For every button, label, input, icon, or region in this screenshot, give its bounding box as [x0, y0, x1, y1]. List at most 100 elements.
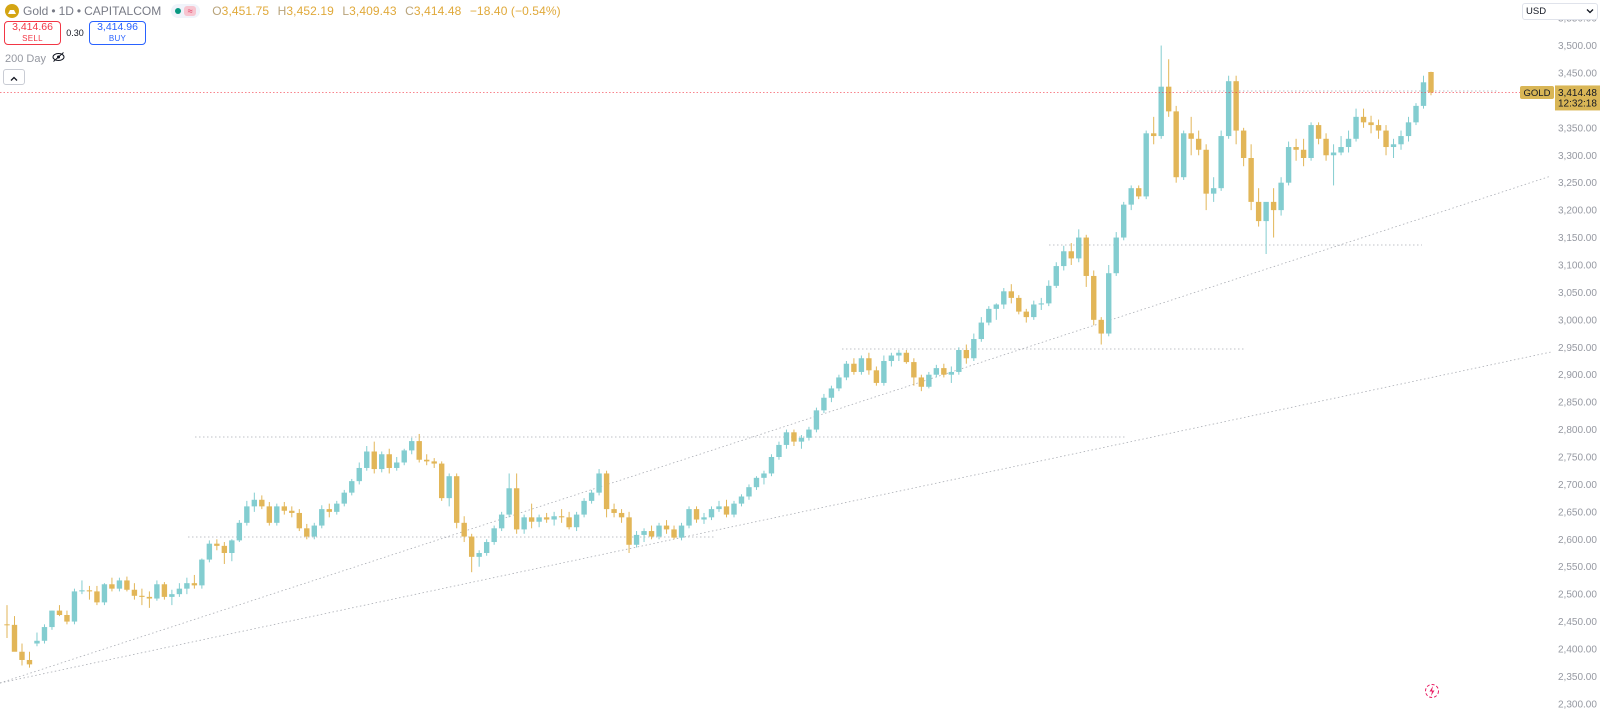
candle-up [678, 522, 685, 541]
candle-up [1031, 300, 1037, 320]
candle-body [438, 463, 445, 499]
candle-up [1330, 144, 1337, 186]
candle-body [49, 610, 55, 628]
candle-body [761, 473, 767, 478]
candle-body [86, 590, 93, 592]
candle-body [956, 350, 962, 372]
candle-up [1001, 288, 1007, 309]
candle-body [1360, 116, 1367, 123]
candle-up [491, 525, 497, 545]
candle-body [1300, 149, 1307, 158]
candle-down [693, 506, 700, 523]
candle-body [843, 363, 850, 378]
low-value: 3,409.43 [349, 4, 397, 18]
candle-up [483, 539, 490, 556]
collapse-legend-button[interactable] [3, 69, 25, 85]
candle-body [731, 503, 737, 515]
candle-down [1083, 234, 1089, 287]
candle-body [1263, 201, 1269, 222]
candle-down [94, 585, 100, 606]
candle-down [191, 574, 198, 589]
interval-label[interactable]: 1D [59, 4, 74, 18]
lightning-icon[interactable] [1424, 683, 1440, 699]
candle-down [64, 610, 70, 625]
currency-value: USD [1526, 6, 1547, 17]
price-axis-label: 3,050.00 [1558, 288, 1597, 299]
candle-body [971, 339, 977, 359]
price-axis-label: 3,000.00 [1558, 315, 1597, 326]
price-axis-label: 2,400.00 [1558, 645, 1597, 656]
candle-up [581, 498, 587, 518]
candle-up [828, 385, 835, 403]
candle-up [738, 494, 745, 507]
chevron-down-icon [1586, 6, 1594, 17]
candle-down [603, 470, 610, 518]
candle-body [251, 499, 258, 507]
candle-up [184, 577, 190, 595]
candle-body [1203, 149, 1209, 194]
price-axis-label: 2,800.00 [1558, 425, 1597, 436]
candle-body [431, 461, 437, 464]
candle-down [851, 358, 857, 375]
candle-up [34, 632, 40, 647]
candle-down [513, 473, 520, 534]
candle-up [356, 462, 362, 485]
candle-up [236, 520, 243, 543]
indicator-name[interactable]: 200 Day [5, 53, 46, 65]
candle-body [933, 368, 940, 375]
candle-body [1143, 133, 1149, 197]
candle-up [251, 492, 258, 512]
candle-up [1338, 136, 1344, 156]
candle-up [1210, 177, 1217, 202]
candle-body [476, 553, 482, 557]
candle-down [528, 503, 535, 529]
candle-down [468, 533, 475, 573]
market-status-pill[interactable]: ≈ [171, 4, 201, 18]
candle-up [401, 448, 407, 466]
candle-up [708, 506, 715, 521]
candle-body [603, 473, 610, 510]
candle-up [1046, 280, 1052, 307]
eye-crossed-icon[interactable] [52, 52, 65, 65]
candle-down [1068, 243, 1074, 265]
candle-body [416, 441, 422, 460]
candle-body [199, 559, 205, 586]
gold-logo-icon [5, 4, 19, 18]
buy-button[interactable]: 3,414.96 BUY [89, 21, 146, 45]
symbol-name[interactable]: Gold [23, 4, 48, 18]
price-chart[interactable]: 3,550.003,500.003,450.003,400.003,350.00… [0, 0, 1600, 711]
candle-down [1248, 144, 1254, 211]
candle-body [806, 429, 812, 438]
candle-up [41, 624, 48, 644]
market-open-dot-icon [175, 8, 182, 14]
candle-body [1038, 303, 1044, 305]
candle-body [1233, 81, 1239, 131]
candle-up [394, 456, 400, 471]
candle-body [221, 545, 228, 553]
candle-body [94, 591, 100, 603]
sell-button[interactable]: 3,414.66 SELL [4, 21, 61, 45]
indicator-legend: 200 Day [5, 52, 65, 65]
candle-body [468, 536, 475, 557]
candle-body [1338, 147, 1344, 153]
candle-up [956, 347, 962, 375]
candle-down [1098, 317, 1104, 345]
candle-up [79, 580, 85, 595]
candle-body [244, 506, 250, 523]
candle-body [896, 352, 902, 356]
candle-body [341, 492, 347, 504]
candle-body [1173, 111, 1179, 178]
candle-body [881, 360, 887, 383]
currency-selector[interactable]: USD [1522, 3, 1598, 20]
candle-body [1285, 147, 1292, 183]
candle-up [379, 451, 385, 473]
candle-down [326, 503, 332, 518]
candle-body [1083, 237, 1089, 276]
candle-up [116, 577, 123, 592]
price-axis-label: 2,350.00 [1558, 672, 1597, 683]
candle-body [1293, 147, 1299, 150]
candle-body [588, 492, 595, 501]
candle-body [986, 308, 992, 323]
candle-down [626, 511, 632, 553]
spread-value: 0.30 [66, 28, 84, 38]
